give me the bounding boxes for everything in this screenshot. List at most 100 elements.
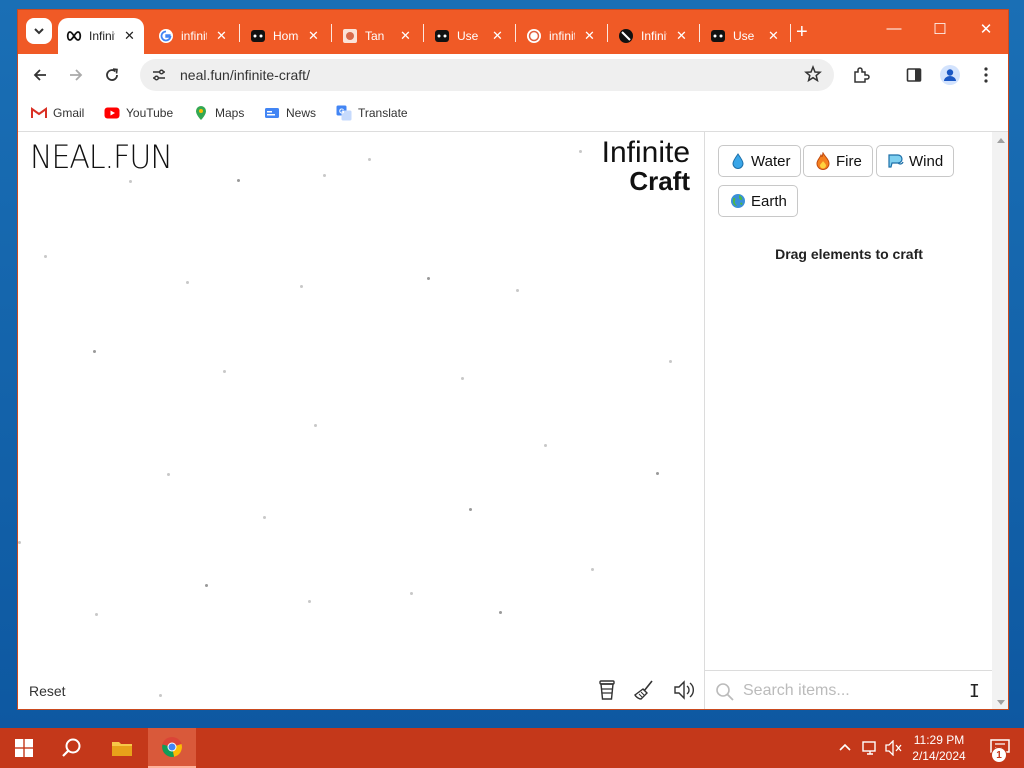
item-label: Water <box>751 152 791 170</box>
menu-kebab-icon[interactable] <box>975 64 997 86</box>
bookmark-label: YouTube <box>126 106 174 120</box>
back-button[interactable] <box>29 64 51 86</box>
close-tab-icon[interactable]: ✕ <box>399 28 412 44</box>
tab-infinite-3[interactable]: Infinite ✕ <box>610 18 696 54</box>
profile-avatar[interactable] <box>939 64 961 86</box>
reload-button[interactable] <box>101 64 123 86</box>
close-tab-icon[interactable]: ✕ <box>215 28 228 44</box>
chevron-down-icon <box>34 28 44 35</box>
clock-time: 11:29 PM <box>913 733 965 747</box>
taskbar-search-button[interactable] <box>48 728 96 768</box>
volume-muted-icon[interactable] <box>885 739 903 759</box>
new-tab-button[interactable]: + <box>796 22 808 42</box>
tab-infinite-craft[interactable]: Infinite Craft ✕ <box>58 18 144 54</box>
site-logo[interactable]: NEAL.FUN <box>30 139 173 177</box>
tab-use-1[interactable]: Use ✕ <box>426 18 512 54</box>
circle-slash-icon <box>618 28 634 44</box>
system-clock[interactable]: 11:29 PM 2/14/2024 <box>906 732 972 764</box>
background-dot <box>516 289 519 292</box>
minimize-button[interactable]: — <box>884 20 904 37</box>
chrome-taskbar-button[interactable] <box>148 728 196 768</box>
background-dot <box>95 613 98 616</box>
close-window-button[interactable]: ✕ <box>976 20 996 38</box>
scroll-down-icon[interactable] <box>997 700 1005 705</box>
background-dot <box>669 360 672 363</box>
forward-button[interactable] <box>65 64 87 86</box>
address-bar[interactable]: neal.fun/infinite-craft/ <box>140 59 834 91</box>
clock-date: 2/14/2024 <box>912 749 966 763</box>
speaker-icon[interactable] <box>672 678 696 702</box>
bookmark-translate[interactable]: G Translate <box>336 105 408 121</box>
close-tab-icon[interactable]: ✕ <box>123 28 136 44</box>
bookmark-label: Translate <box>358 106 408 120</box>
item-earth[interactable]: Earth <box>718 185 798 217</box>
chrome-icon <box>162 737 182 757</box>
background-dot <box>579 150 582 153</box>
start-button[interactable] <box>0 728 48 768</box>
background-dot <box>427 277 430 280</box>
gmail-icon <box>31 106 47 120</box>
item-wind[interactable]: Wind <box>876 145 955 177</box>
folder-icon <box>112 742 132 756</box>
person-icon <box>940 65 960 85</box>
items-sidebar: Water Fire Wind Earth Drag elements to c… <box>704 132 993 709</box>
close-tab-icon[interactable]: ✕ <box>767 28 780 44</box>
background-dot <box>499 611 502 614</box>
tab-google-search[interactable]: infinite craft - Google Search ✕ <box>150 18 236 54</box>
bookmark-label: Gmail <box>53 106 85 120</box>
page-content: NEAL.FUN Infinite Craft Reset Water Fire… <box>18 132 1008 709</box>
tab-separator <box>239 24 240 42</box>
page-scrollbar[interactable] <box>992 132 1008 709</box>
reload-icon <box>106 68 118 81</box>
site-info-icon[interactable] <box>148 64 170 86</box>
tab-use-2[interactable]: Use ✕ <box>702 18 788 54</box>
svg-text:G: G <box>339 109 345 116</box>
craft-canvas[interactable]: NEAL.FUN Infinite Craft Reset <box>18 132 704 709</box>
bookmarks-bar: Gmail YouTube Maps News G Translate <box>18 96 1008 132</box>
bookmark-gmail[interactable]: Gmail <box>31 106 84 120</box>
bookmark-news[interactable]: News <box>264 106 316 120</box>
background-dot <box>159 694 162 697</box>
reset-button[interactable]: Reset <box>29 683 66 699</box>
close-tab-icon[interactable]: ✕ <box>307 28 320 44</box>
tab-separator <box>699 24 700 42</box>
coffee-cup-icon[interactable] <box>595 678 619 702</box>
scroll-up-icon[interactable] <box>997 138 1005 143</box>
maximize-button[interactable]: ☐ <box>930 20 950 38</box>
translate-icon: G <box>336 105 352 121</box>
bookmark-maps[interactable]: Maps <box>193 106 244 120</box>
tab-home[interactable]: Home ✕ <box>242 18 328 54</box>
navigation-toolbar: neal.fun/infinite-craft/ <box>18 54 1008 96</box>
background-dot <box>308 600 311 603</box>
tab-strip: Infinite Craft ✕ infinite craft - Google… <box>18 10 1008 54</box>
close-tab-icon[interactable]: ✕ <box>583 28 596 44</box>
item-water[interactable]: Water <box>718 145 802 177</box>
youtube-icon <box>104 106 120 120</box>
game-icon <box>710 28 726 44</box>
side-panel-icon[interactable] <box>903 64 925 86</box>
bookmark-youtube[interactable]: YouTube <box>104 106 173 120</box>
tab-title: Home <box>273 29 299 43</box>
file-explorer-button[interactable] <box>98 728 146 768</box>
tab-separator <box>607 24 608 42</box>
background-dot <box>18 541 21 544</box>
bookmark-label: News <box>286 106 317 120</box>
extensions-icon[interactable] <box>850 64 872 86</box>
background-dot <box>323 174 326 177</box>
broom-icon[interactable] <box>632 678 656 702</box>
show-hidden-icons-chevron-icon[interactable] <box>838 740 852 755</box>
bookmark-star-icon[interactable] <box>804 64 822 88</box>
tab-tan[interactable]: Tan ✕ <box>334 18 420 54</box>
tab-title: Infinite <box>641 29 667 43</box>
tab-infinite-2[interactable]: infinite ✕ <box>518 18 604 54</box>
background-dot <box>237 179 240 182</box>
network-icon[interactable] <box>862 740 880 759</box>
drag-hint: Drag elements to craft <box>775 246 923 262</box>
item-fire[interactable]: Fire <box>803 145 873 177</box>
tab-search-button[interactable] <box>26 18 52 44</box>
search-input[interactable] <box>743 679 963 703</box>
tab-title: Tan <box>365 29 385 43</box>
close-tab-icon[interactable]: ✕ <box>675 28 688 44</box>
close-tab-icon[interactable]: ✕ <box>491 28 504 44</box>
item-label: Earth <box>751 192 787 210</box>
